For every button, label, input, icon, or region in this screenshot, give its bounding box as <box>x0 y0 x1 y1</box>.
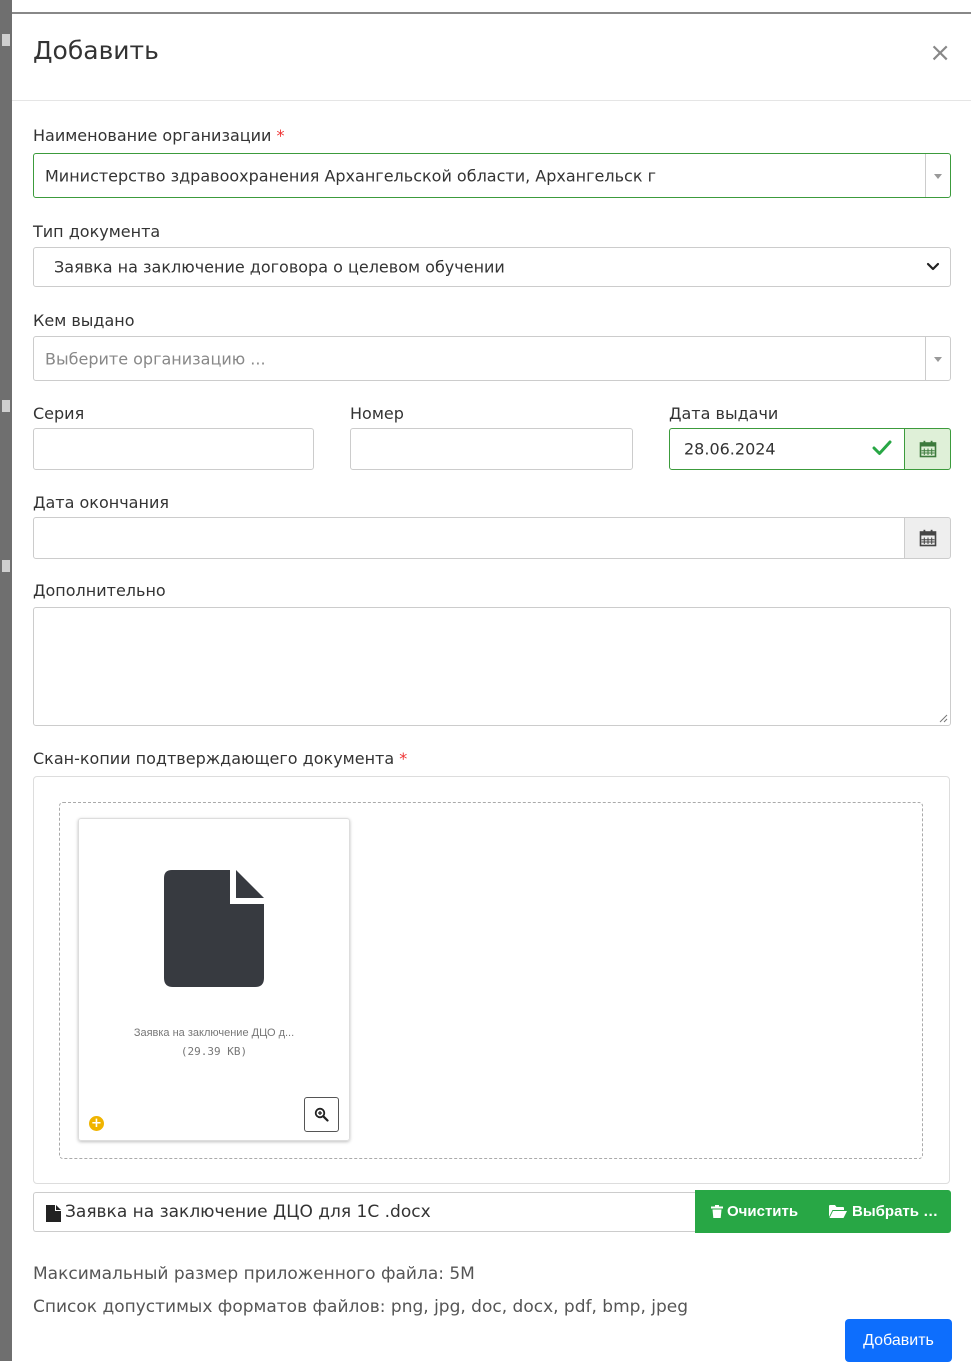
max-file-size-hint: Максимальный размер приложенного файла: … <box>33 1264 475 1284</box>
organization-label: Наименование организации * <box>33 126 285 145</box>
scans-label: Скан-копии подтверждающего документа * <box>33 749 407 768</box>
issued-by-label: Кем выдано <box>33 311 135 330</box>
doc-type-label: Тип документа <box>33 222 161 241</box>
doc-type-select[interactable]: Заявка на заключение договора о целевом … <box>33 247 951 287</box>
check-icon <box>872 440 892 455</box>
required-mark: * <box>276 126 285 145</box>
browse-button[interactable]: Выбрать … <box>812 1190 951 1233</box>
clear-button[interactable]: Очистить <box>695 1190 812 1233</box>
series-label: Серия <box>33 404 85 423</box>
issue-date-label: Дата выдачи <box>669 404 779 423</box>
resize-grip-icon[interactable] <box>938 713 948 723</box>
clear-button-label: Очистить <box>727 1203 799 1220</box>
additional-label: Дополнительно <box>33 581 166 600</box>
issue-date-input[interactable]: 28.06.2024 <box>669 428 905 470</box>
submit-add-button[interactable]: Добавить <box>845 1319 952 1362</box>
scans-label-text: Скан-копии подтверждающего документа <box>33 749 395 768</box>
end-date-input[interactable] <box>33 517 905 559</box>
required-mark: * <box>399 749 408 768</box>
number-label: Номер <box>350 404 404 423</box>
browse-button-label: Выбрать … <box>852 1203 939 1220</box>
folder-open-icon <box>829 1205 847 1218</box>
modal-title: Добавить <box>33 36 159 65</box>
issued-by-placeholder: Выберите организацию ... <box>45 349 266 368</box>
calendar-icon <box>919 529 936 547</box>
organization-select-value: Министерство здравоохранения Архангельск… <box>45 166 656 185</box>
number-input[interactable] <box>350 428 633 470</box>
zoom-preview-button[interactable] <box>304 1097 339 1132</box>
page-backdrop <box>0 0 12 1361</box>
add-document-modal: Добавить × Наименование организации * Ми… <box>12 12 971 1363</box>
end-date-calendar-button[interactable] <box>904 517 951 559</box>
file-caption: Заявка на заключение ДЦО для 1С .docx <box>33 1192 697 1232</box>
issue-date-calendar-button[interactable] <box>904 428 951 470</box>
calendar-icon <box>919 440 936 458</box>
additional-textarea[interactable] <box>33 607 951 726</box>
file-preview-size: (29.39 KB) <box>180 1045 248 1058</box>
issue-date-value: 28.06.2024 <box>684 439 776 459</box>
backdrop-fragment <box>2 560 10 572</box>
zoom-in-icon <box>314 1107 329 1122</box>
series-input[interactable] <box>33 428 314 470</box>
issued-by-dropdown-arrow-icon[interactable] <box>925 337 950 380</box>
close-button[interactable]: × <box>929 40 951 66</box>
chevron-down-icon <box>926 262 940 271</box>
file-actions: Очистить Выбрать … <box>695 1190 951 1233</box>
file-preview-name: Заявка на заключение ДЦО д... <box>133 1027 295 1039</box>
organization-dropdown-arrow-icon[interactable] <box>925 154 950 197</box>
file-icon <box>46 1205 61 1222</box>
doc-type-select-value: Заявка на заключение договора о целевом … <box>54 257 505 277</box>
file-preview-card: Заявка на заключение ДЦО д... (29.39 KB)… <box>78 818 350 1141</box>
modal-header: Добавить × <box>12 14 971 101</box>
backdrop-fragment <box>2 34 10 46</box>
file-upload-panel: Заявка на заключение ДЦО д... (29.39 KB)… <box>33 776 950 1184</box>
end-date-label: Дата окончания <box>33 493 169 512</box>
trash-icon <box>711 1205 723 1218</box>
file-caption-text: Заявка на заключение ДЦО для 1С .docx <box>65 1202 431 1222</box>
document-file-icon <box>164 870 264 987</box>
backdrop-fragment <box>2 400 10 412</box>
organization-select[interactable]: Министерство здравоохранения Архангельск… <box>33 153 951 198</box>
organization-label-text: Наименование организации <box>33 126 272 145</box>
upload-pending-icon: + <box>89 1116 104 1131</box>
issued-by-select[interactable]: Выберите организацию ... <box>33 336 951 381</box>
allowed-formats-hint: Список допустимых форматов файлов: png, … <box>33 1297 689 1317</box>
file-drop-zone[interactable]: Заявка на заключение ДЦО д... (29.39 KB)… <box>59 802 923 1159</box>
